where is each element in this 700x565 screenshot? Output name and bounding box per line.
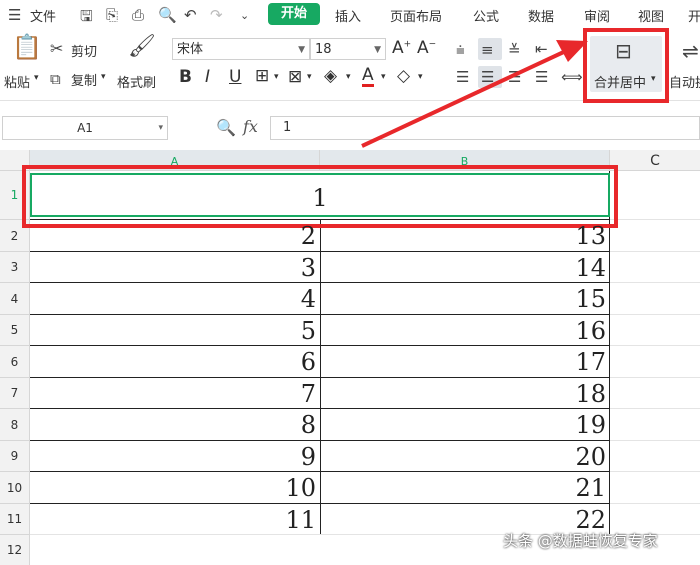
- arrow-shaft: [361, 48, 569, 148]
- watermark: 头条 @数据蛙恢复专家: [503, 532, 658, 550]
- arrow-head: [556, 40, 588, 62]
- annotation-arrow: [361, 40, 588, 148]
